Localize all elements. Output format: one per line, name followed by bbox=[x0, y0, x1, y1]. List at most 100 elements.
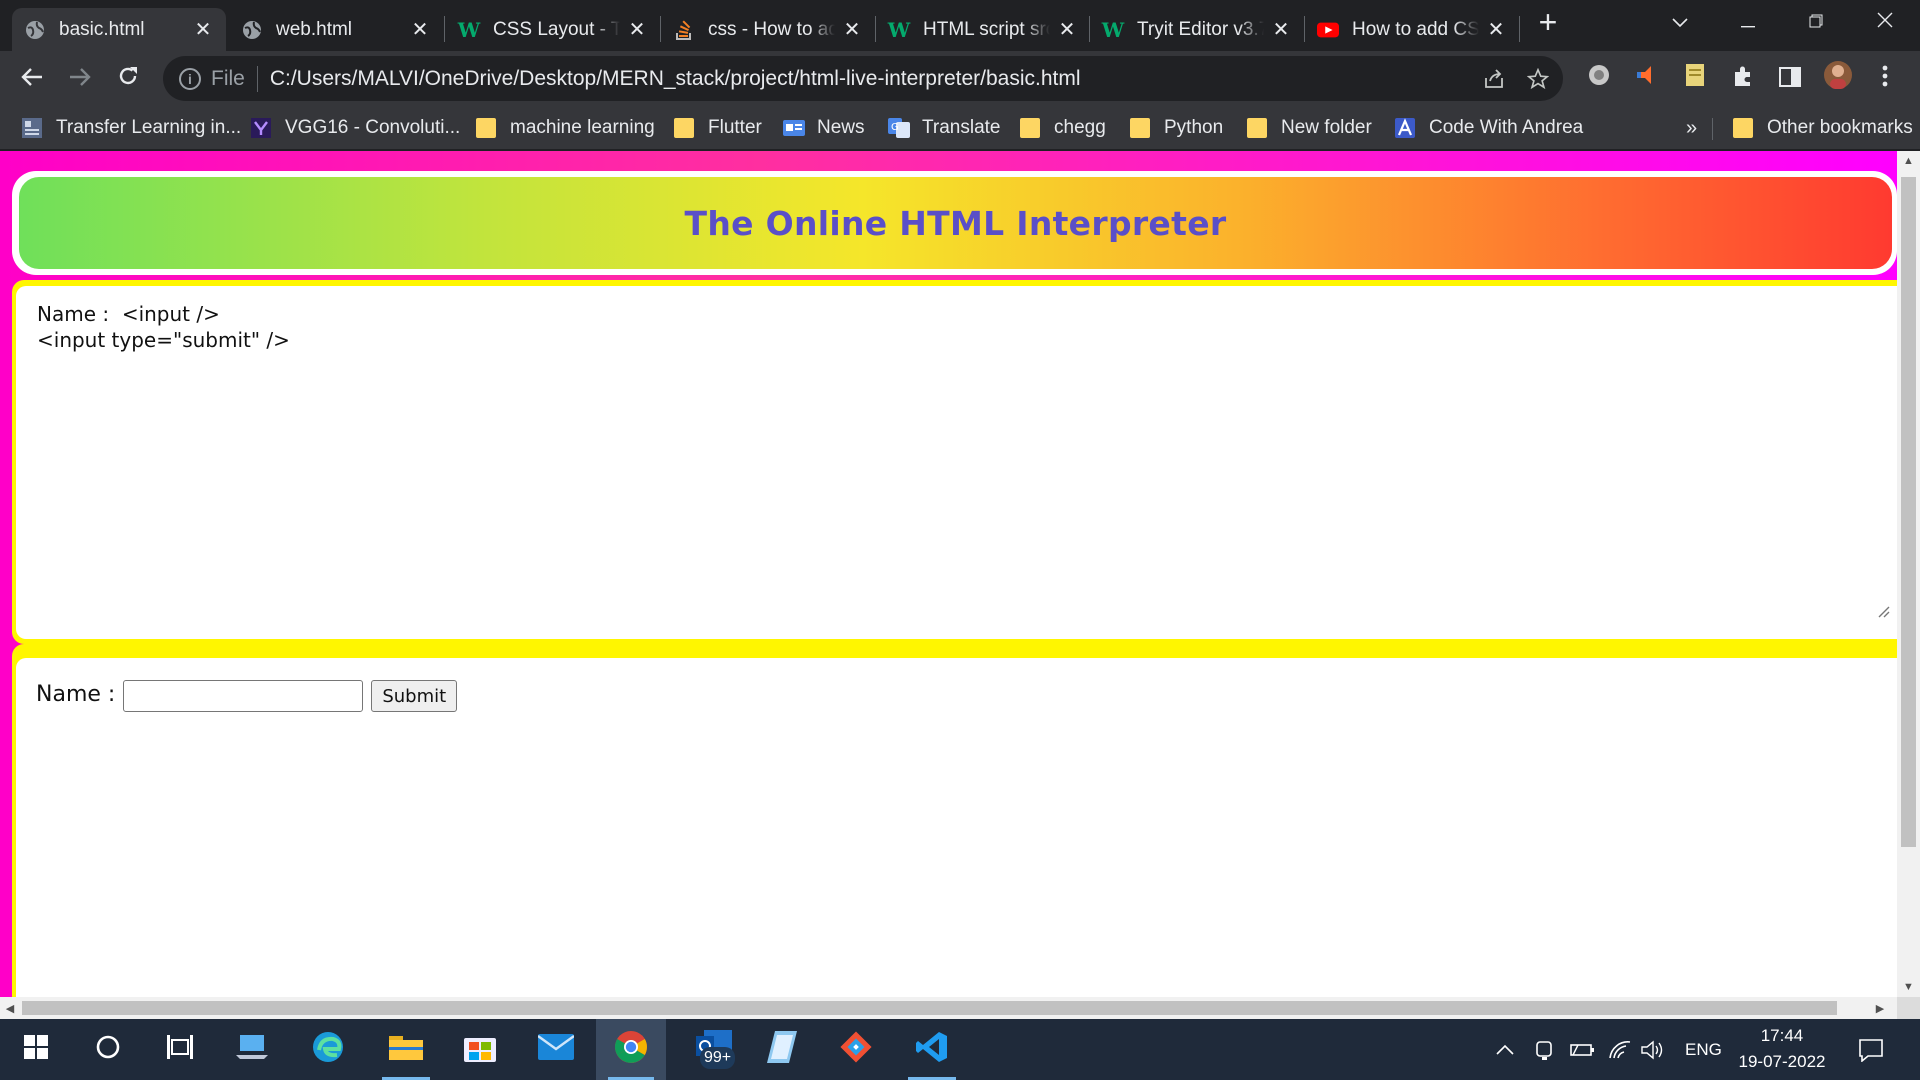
tab-html-script-src[interactable]: W HTML script src ✕ bbox=[876, 8, 1090, 51]
profile-button[interactable] bbox=[1819, 59, 1857, 97]
wifi-icon[interactable] bbox=[1608, 1019, 1632, 1080]
bookmark-code-with-andrea[interactable]: Code With Andrea bbox=[1395, 112, 1583, 144]
folder-icon bbox=[674, 118, 694, 138]
bookmarks-overflow-button[interactable]: » bbox=[1686, 112, 1697, 144]
bookmark-transfer-learning[interactable]: Transfer Learning in... bbox=[22, 112, 241, 144]
minimize-button[interactable] bbox=[1718, 0, 1778, 44]
chrome-icon bbox=[614, 1030, 648, 1069]
scrollbar-corner bbox=[1897, 997, 1920, 1019]
scroll-down-icon[interactable]: ▼ bbox=[1897, 977, 1920, 997]
restore-icon bbox=[1809, 11, 1823, 34]
tab-search-button[interactable] bbox=[1650, 0, 1710, 44]
horizontal-scrollbar[interactable]: ◀ ▶ bbox=[0, 997, 1897, 1019]
app-vscode[interactable] bbox=[896, 1019, 968, 1080]
language-indicator[interactable]: ENG bbox=[1685, 1019, 1722, 1080]
bookmark-new-folder[interactable]: New folder bbox=[1247, 112, 1372, 144]
menu-button[interactable] bbox=[1866, 59, 1904, 97]
close-tab-icon[interactable]: ✕ bbox=[409, 19, 431, 41]
edge-icon bbox=[311, 1030, 345, 1069]
close-tab-icon[interactable]: ✕ bbox=[1056, 19, 1078, 41]
system-clock[interactable]: 17:44 19-07-2022 bbox=[1722, 1023, 1842, 1077]
app-edge[interactable] bbox=[292, 1019, 364, 1080]
info-icon[interactable]: i bbox=[179, 67, 201, 90]
tab-title: css - How to add bbox=[708, 18, 835, 40]
bookmark-chegg[interactable]: chegg bbox=[1020, 112, 1106, 144]
meet-now-icon[interactable] bbox=[1534, 1019, 1556, 1080]
vertical-scroll-thumb[interactable] bbox=[1901, 177, 1916, 847]
tab-stackoverflow[interactable]: css - How to add ✕ bbox=[661, 8, 875, 51]
puzzle-icon bbox=[1732, 63, 1754, 94]
bookmark-other[interactable]: Other bookmarks bbox=[1733, 112, 1913, 144]
search-button[interactable] bbox=[72, 1019, 144, 1080]
extension-note-icon bbox=[1685, 63, 1705, 94]
scroll-right-icon[interactable]: ▶ bbox=[1870, 998, 1890, 1018]
page-viewport: The Online HTML Interpreter Name : Submi… bbox=[0, 151, 1920, 1019]
new-tab-button[interactable]: + bbox=[1520, 0, 1576, 44]
google-news-icon bbox=[783, 118, 805, 138]
battery-icon[interactable] bbox=[1570, 1019, 1596, 1080]
minimize-icon bbox=[1741, 11, 1755, 34]
scroll-up-icon[interactable]: ▲ bbox=[1897, 151, 1920, 171]
app-laptop[interactable] bbox=[216, 1019, 288, 1080]
extension-3-button[interactable] bbox=[1676, 59, 1714, 97]
bookmark-label: machine learning bbox=[510, 117, 655, 138]
close-window-button[interactable] bbox=[1854, 0, 1916, 44]
forward-button[interactable] bbox=[61, 59, 99, 97]
reload-button[interactable] bbox=[109, 59, 147, 97]
scroll-left-icon[interactable]: ◀ bbox=[0, 998, 20, 1018]
bookmark-flutter[interactable]: Flutter bbox=[674, 112, 762, 144]
notifications-icon[interactable] bbox=[1858, 1019, 1884, 1080]
close-tab-icon[interactable]: ✕ bbox=[1270, 19, 1292, 41]
star-icon[interactable] bbox=[1519, 60, 1557, 98]
submit-button[interactable]: Submit bbox=[371, 680, 458, 712]
extensions-button[interactable] bbox=[1724, 59, 1762, 97]
close-tab-icon[interactable]: ✕ bbox=[1485, 19, 1507, 41]
bookmark-news[interactable]: News bbox=[783, 112, 865, 144]
tab-web-html[interactable]: web.html ✕ bbox=[229, 8, 443, 51]
code-editor[interactable] bbox=[16, 286, 1897, 639]
bookmark-machine-learning[interactable]: machine learning bbox=[476, 112, 655, 144]
address-url[interactable]: C:/Users/MALVI/OneDrive/Desktop/MERN_sta… bbox=[270, 67, 1475, 91]
share-icon[interactable] bbox=[1475, 60, 1513, 98]
bookmark-label: News bbox=[817, 117, 865, 138]
app-chrome[interactable] bbox=[596, 1019, 666, 1080]
start-button[interactable] bbox=[0, 1019, 72, 1080]
resize-grip-icon[interactable] bbox=[1876, 604, 1890, 618]
app-notepad[interactable] bbox=[746, 1019, 818, 1080]
app-outlook[interactable]: 99+ bbox=[678, 1019, 750, 1080]
bookmark-translate[interactable]: G Translate bbox=[888, 112, 1001, 144]
tray-overflow-icon[interactable] bbox=[1496, 1019, 1514, 1080]
bookmark-python[interactable]: Python bbox=[1130, 112, 1223, 144]
app-mail[interactable] bbox=[520, 1019, 592, 1080]
tab-basic-html[interactable]: basic.html ✕ bbox=[12, 8, 226, 51]
close-tab-icon[interactable]: ✕ bbox=[841, 19, 863, 41]
tab-css-layout[interactable]: W CSS Layout - The ✕ bbox=[446, 8, 660, 51]
bookmark-label: VGG16 - Convoluti... bbox=[285, 117, 461, 138]
forward-arrow-icon bbox=[69, 63, 91, 94]
name-input[interactable] bbox=[123, 680, 364, 712]
vertical-scrollbar[interactable]: ▲ ▼ bbox=[1897, 151, 1920, 997]
tab-tryit-editor[interactable]: W Tryit Editor v3.7 ✕ bbox=[1090, 8, 1304, 51]
close-tab-icon[interactable]: ✕ bbox=[192, 19, 214, 41]
app-store[interactable] bbox=[444, 1019, 516, 1080]
volume-icon[interactable] bbox=[1640, 1019, 1666, 1080]
close-tab-icon[interactable]: ✕ bbox=[626, 19, 648, 41]
app-git[interactable] bbox=[820, 1019, 892, 1080]
globe-icon bbox=[241, 19, 263, 41]
back-button[interactable] bbox=[13, 59, 51, 97]
notification-badge: 99+ bbox=[700, 1047, 736, 1069]
extension-2-button[interactable] bbox=[1628, 59, 1666, 97]
notepad-icon bbox=[767, 1031, 797, 1068]
restore-button[interactable] bbox=[1786, 0, 1846, 44]
bookmark-label: New folder bbox=[1281, 117, 1372, 138]
cortana-circle-icon bbox=[95, 1034, 121, 1065]
horizontal-scroll-thumb[interactable] bbox=[22, 1001, 1837, 1015]
extension-1-button[interactable] bbox=[1580, 59, 1618, 97]
close-icon bbox=[1877, 11, 1893, 34]
task-view-button[interactable] bbox=[144, 1019, 216, 1080]
side-panel-button[interactable] bbox=[1771, 59, 1809, 97]
address-bar[interactable]: i File C:/Users/MALVI/OneDrive/Desktop/M… bbox=[163, 56, 1563, 101]
bookmark-vgg16[interactable]: VGG16 - Convoluti... bbox=[251, 112, 460, 144]
app-file-explorer[interactable] bbox=[370, 1019, 442, 1080]
tab-youtube[interactable]: How to add CSS ✕ bbox=[1305, 8, 1519, 51]
